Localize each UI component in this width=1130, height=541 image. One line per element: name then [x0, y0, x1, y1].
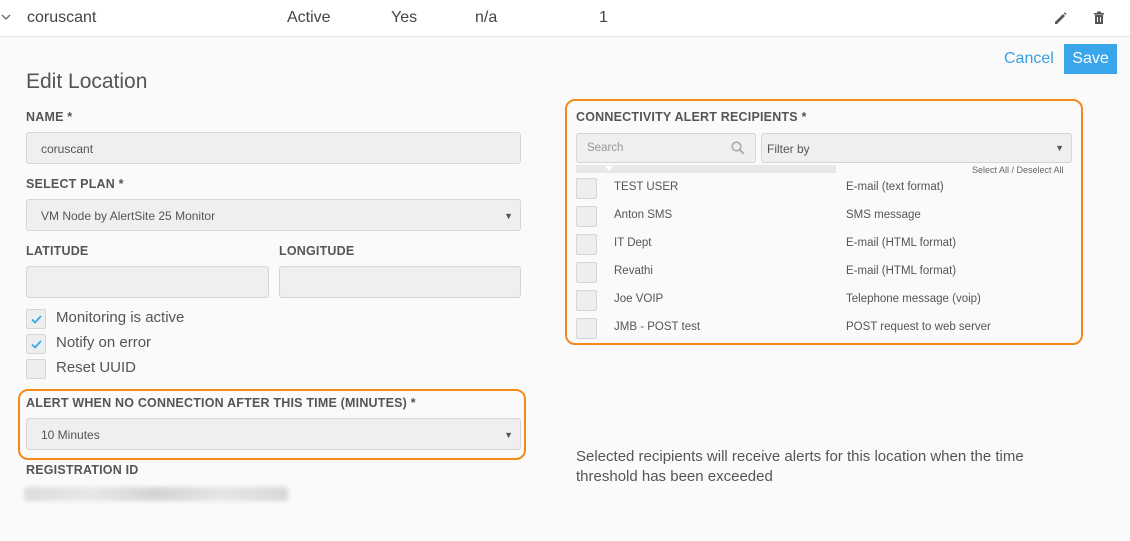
checkbox-label: Monitoring is active: [56, 309, 185, 326]
save-button[interactable]: Save: [1064, 44, 1117, 74]
checkbox-label: Notify on error: [56, 334, 152, 351]
check-icon: [31, 340, 42, 349]
recipient-checkbox[interactable]: [576, 206, 597, 227]
name-field[interactable]: coruscant: [26, 132, 521, 164]
checkbox-box[interactable]: [26, 334, 46, 354]
location-row[interactable]: coruscant Active Yes n/a 1: [0, 0, 1130, 37]
search-placeholder: Search: [587, 142, 624, 154]
list-toggle-bar[interactable]: [576, 165, 836, 173]
filter-by-select[interactable]: Filter by ▼: [761, 133, 1072, 163]
row-enabled: Yes: [391, 9, 418, 26]
row-status: Active: [287, 9, 331, 26]
recipient-name: Anton SMS: [614, 209, 673, 221]
alert-time-label: ALERT WHEN NO CONNECTION AFTER THIS TIME…: [26, 396, 416, 410]
recipient-type: E-mail (HTML format): [846, 265, 957, 277]
recipient-row[interactable]: Joe VOIP Telephone message (voip): [576, 290, 1072, 312]
recipient-row[interactable]: IT Dept E-mail (HTML format): [576, 234, 1072, 256]
chevron-down-icon[interactable]: [0, 10, 12, 24]
recipient-row[interactable]: TEST USER E-mail (text format): [576, 178, 1072, 200]
longitude-field[interactable]: [279, 266, 521, 298]
trash-icon[interactable]: [1091, 10, 1107, 26]
plan-label: SELECT PLAN *: [26, 177, 124, 191]
cancel-button[interactable]: Cancel: [1004, 50, 1054, 68]
latitude-label: LATITUDE: [26, 244, 89, 258]
name-label: NAME *: [26, 110, 73, 124]
triangle-down-icon: [605, 166, 613, 171]
recipient-name: Revathi: [614, 265, 653, 277]
row-count: 1: [599, 9, 608, 26]
recipient-checkbox[interactable]: [576, 234, 597, 255]
caret-down-icon: ▼: [504, 211, 513, 221]
row-name: coruscant: [27, 9, 97, 26]
recipient-type: POST request to web server: [846, 321, 991, 333]
recipient-row[interactable]: JMB - POST test POST request to web serv…: [576, 318, 1072, 340]
plan-select-value: VM Node by AlertSite 25 Monitor: [41, 209, 216, 223]
filter-value: Filter by: [767, 142, 810, 156]
check-icon: [31, 315, 42, 324]
recipient-type: E-mail (HTML format): [846, 237, 957, 249]
recipients-note: Selected recipients will receive alerts …: [576, 448, 1024, 485]
recipient-name: JMB - POST test: [614, 321, 701, 333]
alert-time-value: 10 Minutes: [41, 428, 100, 442]
recipient-row[interactable]: Anton SMS SMS message: [576, 206, 1072, 228]
select-all-link[interactable]: Select All / Deselect All: [972, 165, 1064, 175]
row-na: n/a: [475, 9, 498, 26]
recipients-label: CONNECTIVITY ALERT RECIPIENTS *: [576, 110, 807, 124]
caret-down-icon: ▼: [504, 430, 513, 440]
recipients-search-input[interactable]: Search: [576, 133, 756, 163]
recipient-type: SMS message: [846, 209, 921, 221]
latitude-field[interactable]: [26, 266, 269, 298]
page-title: Edit Location: [26, 70, 148, 93]
caret-down-icon: ▼: [1055, 143, 1064, 153]
longitude-label: LONGITUDE: [279, 244, 355, 258]
recipient-row[interactable]: Revathi E-mail (HTML format): [576, 262, 1072, 284]
search-icon: [731, 141, 745, 155]
recipient-name: TEST USER: [614, 181, 679, 193]
recipient-checkbox[interactable]: [576, 178, 597, 199]
recipient-type: Telephone message (voip): [846, 293, 981, 305]
alert-time-select[interactable]: 10 Minutes ▼: [26, 418, 521, 450]
registration-id-value: [24, 487, 288, 501]
plan-select[interactable]: VM Node by AlertSite 25 Monitor ▼: [26, 199, 521, 231]
checkbox-box[interactable]: [26, 309, 46, 329]
recipient-name: Joe VOIP: [614, 293, 664, 305]
recipient-checkbox[interactable]: [576, 290, 597, 311]
checkbox-label: Reset UUID: [56, 359, 137, 376]
checkbox-box[interactable]: [26, 359, 46, 379]
recipient-type: E-mail (text format): [846, 181, 944, 193]
registration-id-label: REGISTRATION ID: [26, 463, 139, 477]
recipient-name: IT Dept: [614, 237, 652, 249]
pencil-icon[interactable]: [1052, 10, 1068, 26]
recipient-checkbox[interactable]: [576, 262, 597, 283]
recipient-checkbox[interactable]: [576, 318, 597, 339]
